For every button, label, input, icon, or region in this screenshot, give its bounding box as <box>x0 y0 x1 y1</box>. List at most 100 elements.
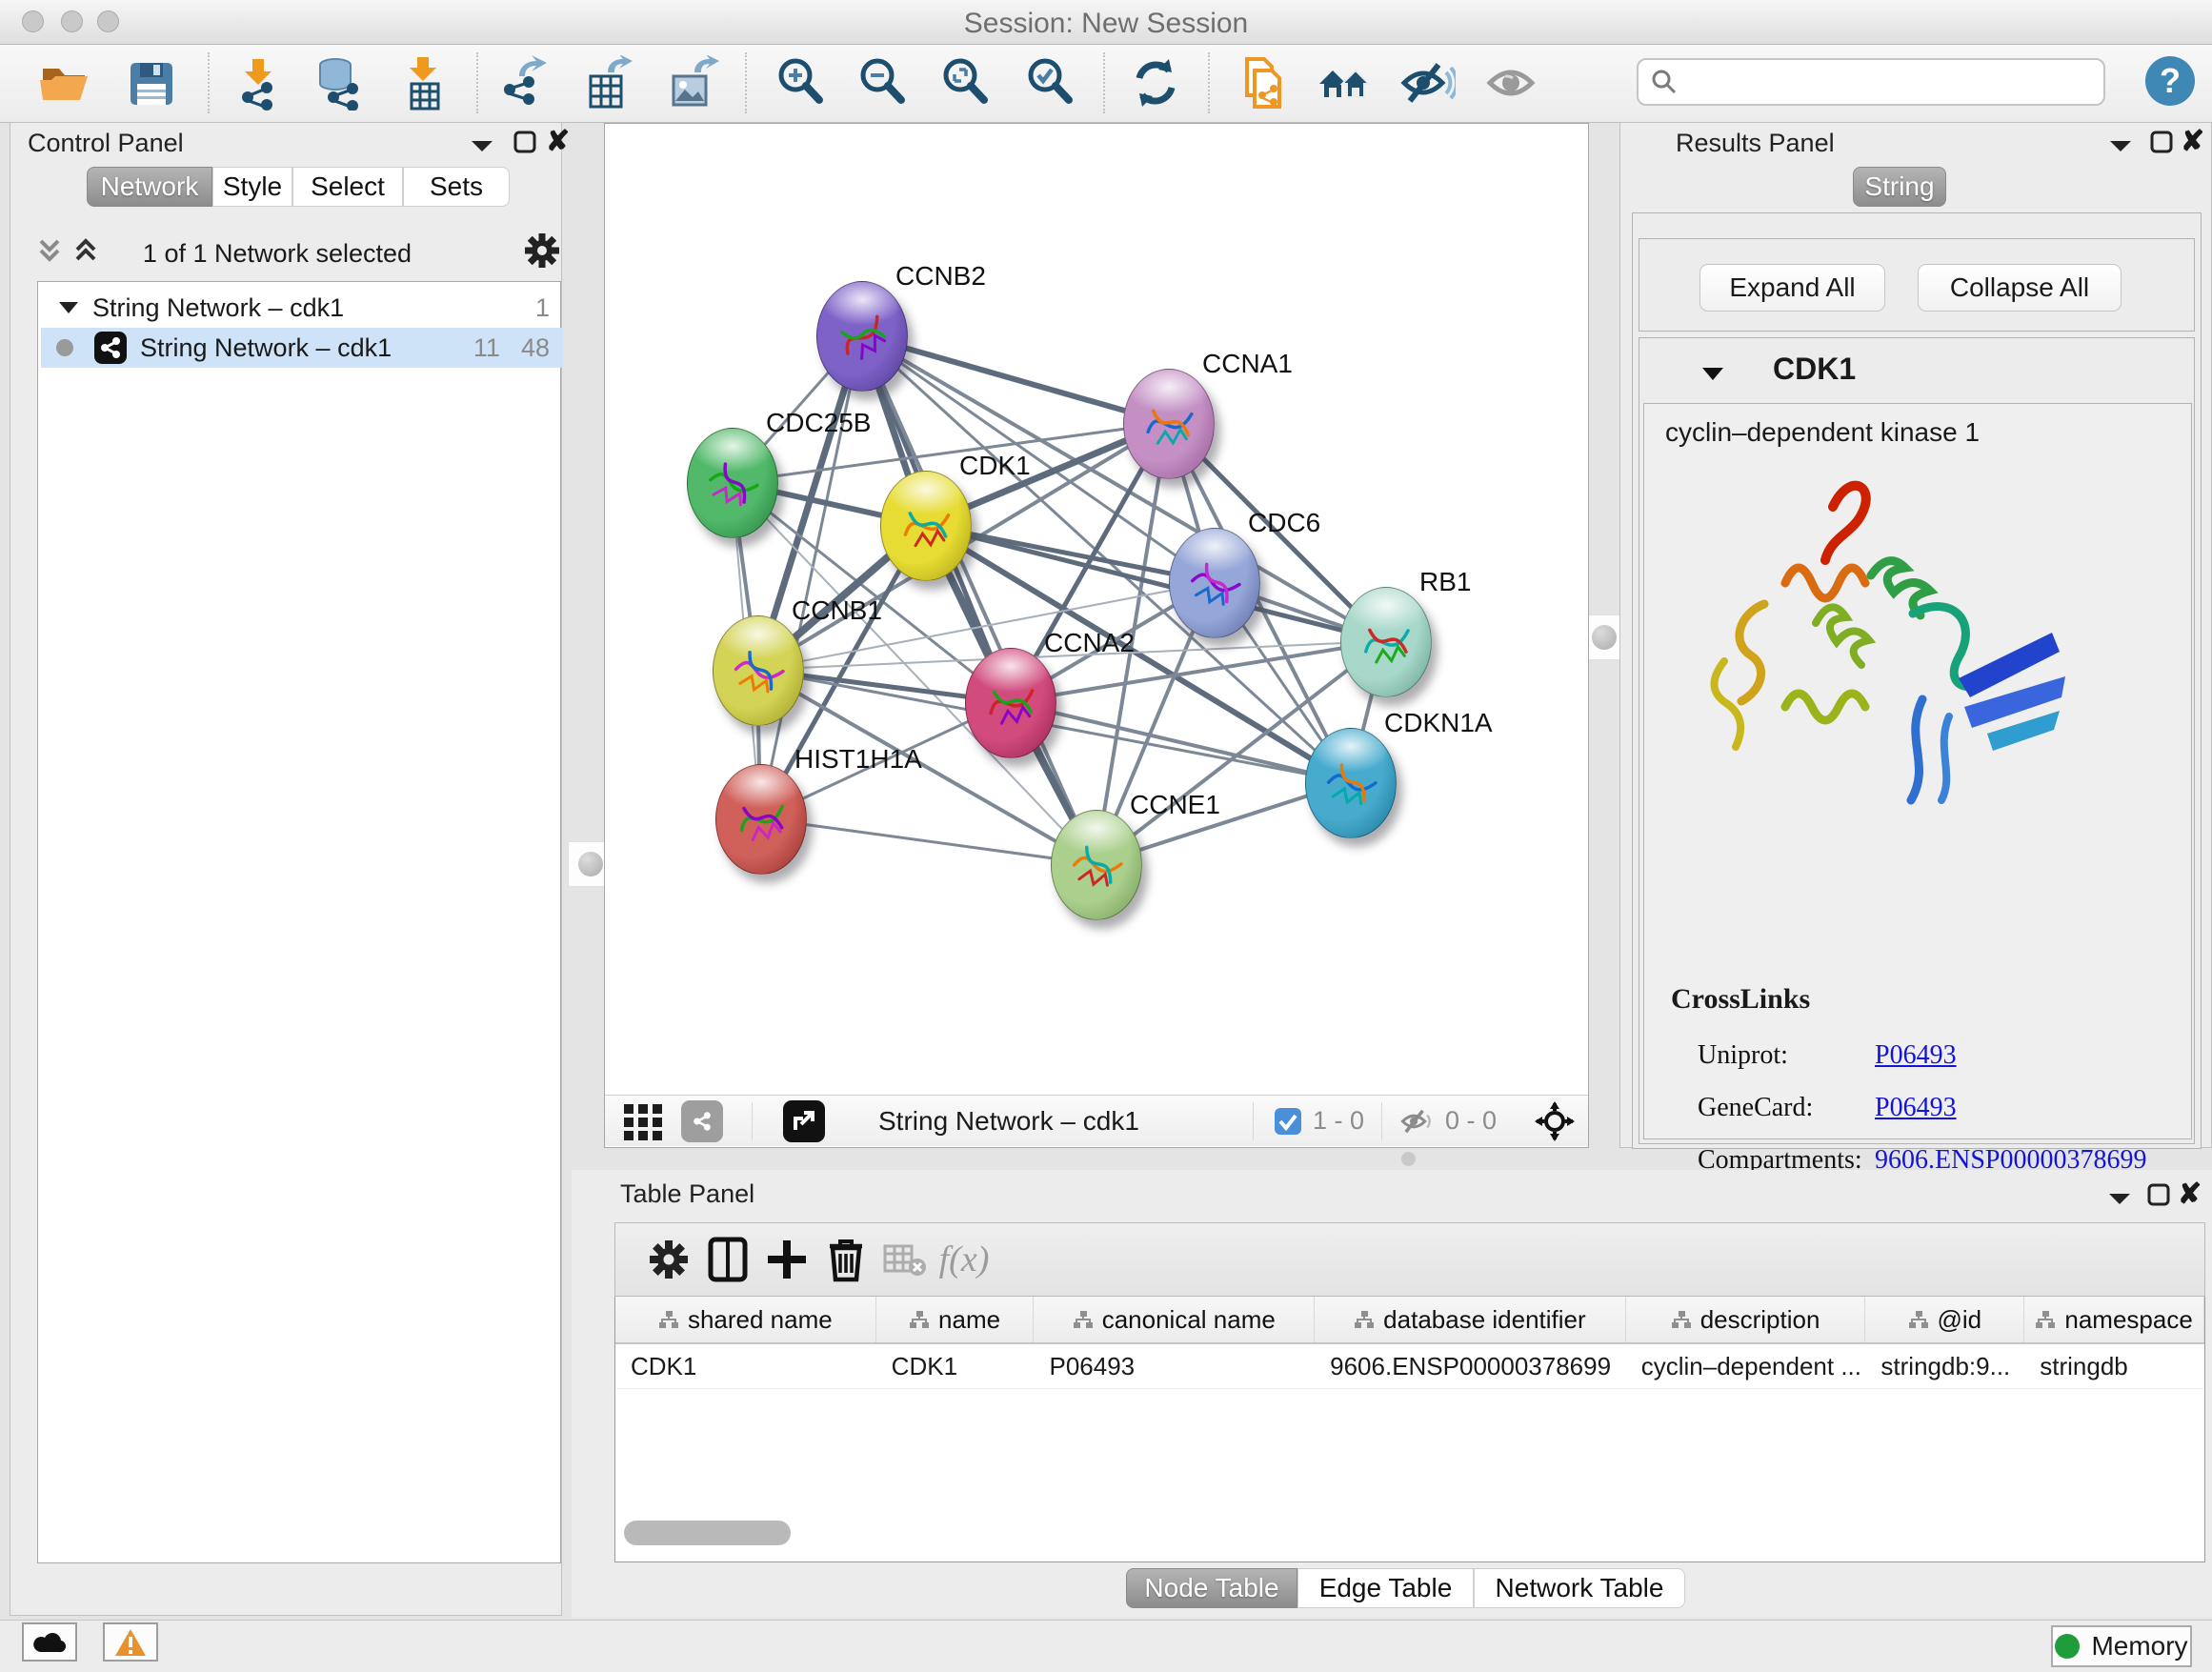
import-network-from-database-icon[interactable] <box>310 54 367 111</box>
hide-selected-eye-slash-icon[interactable] <box>1399 54 1457 111</box>
zoom-out-icon[interactable] <box>854 54 911 111</box>
network-node-cdk1[interactable] <box>880 471 972 581</box>
import-network-icon[interactable] <box>230 54 287 111</box>
column-header-shared-name[interactable]: shared name <box>615 1297 876 1342</box>
zoom-fit-icon[interactable] <box>936 54 994 111</box>
refresh-icon[interactable] <box>1127 54 1184 111</box>
network-node-ccna1[interactable] <box>1123 369 1215 479</box>
control-panel-close-icon[interactable]: ✘ <box>546 125 570 158</box>
collection-name: String Network – cdk1 <box>92 293 344 323</box>
control-panel-float-icon[interactable] <box>513 131 536 153</box>
network-node-ccnb1[interactable] <box>713 615 804 726</box>
tab-network-table[interactable]: Network Table <box>1474 1568 1685 1608</box>
export-table-icon[interactable] <box>578 54 635 111</box>
show-columns-icon[interactable] <box>698 1233 757 1286</box>
tab-style[interactable]: Style <box>212 167 292 207</box>
table-cell[interactable]: CDK1 <box>615 1344 876 1388</box>
warning-button[interactable] <box>103 1622 158 1662</box>
save-session-icon[interactable] <box>122 54 179 111</box>
network-edge[interactable] <box>1010 702 1350 782</box>
tab-network[interactable]: Network <box>87 167 212 207</box>
export-network-icon[interactable] <box>493 54 551 111</box>
table-panel-title: Table Panel <box>620 1179 754 1209</box>
column-header-database-identifier[interactable]: database identifier <box>1315 1297 1626 1342</box>
toolbar-search-input[interactable] <box>1637 58 2105 106</box>
network-node-ccne1[interactable] <box>1051 810 1142 920</box>
network-row-selected[interactable]: String Network – cdk1 11 48 <box>41 328 563 368</box>
selected-checkbox-icon[interactable] <box>1275 1108 1301 1135</box>
network-node-hist1h1a[interactable] <box>715 764 807 875</box>
table-horizontal-scrollbar[interactable] <box>624 1521 791 1545</box>
zoom-in-icon[interactable] <box>772 54 829 111</box>
memory-button[interactable]: Memory <box>2051 1625 2192 1667</box>
column-hierarchy-icon <box>658 1310 679 1329</box>
show-all-eye-icon[interactable] <box>1482 54 1539 111</box>
node-table: shared namenamecanonical namedatabase id… <box>614 1297 2205 1562</box>
zoom-selected-icon[interactable] <box>1021 54 1078 111</box>
hidden-eye-slash-icon[interactable] <box>1398 1105 1436 1138</box>
add-column-icon[interactable] <box>757 1233 816 1286</box>
network-node-cdc6[interactable] <box>1169 528 1260 638</box>
tab-sets[interactable]: Sets <box>403 167 510 207</box>
column-header-canonical-name[interactable]: canonical name <box>1034 1297 1315 1342</box>
tab-node-table[interactable]: Node Table <box>1126 1568 1297 1608</box>
collapse-all-button[interactable]: Collapse All <box>1918 264 2122 312</box>
open-folder-icon[interactable] <box>35 54 92 111</box>
tab-string[interactable]: String <box>1853 167 1946 207</box>
table-panel-float-icon[interactable] <box>2147 1183 2170 1206</box>
delete-column-trash-icon[interactable] <box>816 1233 875 1286</box>
network-edge[interactable] <box>861 335 1096 864</box>
clone-network-icon[interactable] <box>1233 54 1290 111</box>
table-settings-gear-icon[interactable] <box>639 1233 698 1286</box>
table-panel-close-icon[interactable]: ✘ <box>2178 1178 2202 1211</box>
crosslink-row: Uniprot: P06493 <box>1698 1029 2174 1081</box>
network-share-view-icon[interactable] <box>681 1100 723 1142</box>
cloud-button[interactable] <box>22 1622 77 1662</box>
tree-expand-icon[interactable] <box>58 300 79 315</box>
table-row[interactable]: CDK1CDK1P064939606.ENSP00000378699cyclin… <box>615 1344 2204 1389</box>
cdk1-collapse-icon[interactable] <box>1700 365 1725 382</box>
network-node-cdkn1a[interactable] <box>1305 728 1397 838</box>
network-status-bar: String Network – cdk1 1 - 0 0 - 0 <box>605 1095 1588 1146</box>
detach-view-icon[interactable] <box>783 1100 825 1142</box>
delete-table-icon <box>875 1233 935 1286</box>
column-header-description[interactable]: description <box>1626 1297 1866 1342</box>
table-cell[interactable]: stringdb:9... <box>1865 1344 2024 1388</box>
table-cell[interactable]: P06493 <box>1034 1344 1315 1388</box>
birds-eye-view-icon[interactable] <box>1535 1101 1575 1141</box>
results-panel-menu-icon[interactable] <box>2108 138 2133 153</box>
table-panel-menu-icon[interactable] <box>2107 1191 2132 1206</box>
table-cell[interactable]: cyclin–dependent ... <box>1626 1344 1866 1388</box>
import-table-icon[interactable] <box>394 54 452 111</box>
table-cell[interactable]: 9606.ENSP00000378699 <box>1315 1344 1626 1388</box>
crosslink-value-link[interactable]: P06493 <box>1875 1093 1957 1123</box>
help-button[interactable]: ? <box>2145 56 2195 106</box>
results-panel-close-icon[interactable]: ✘ <box>2181 125 2204 158</box>
table-body: CDK1CDK1P064939606.ENSP00000378699cyclin… <box>615 1344 2204 1389</box>
grid-view-icon[interactable] <box>620 1098 666 1144</box>
protein-ribbon-thumbnail <box>1052 811 1141 919</box>
export-image-icon[interactable] <box>663 54 720 111</box>
crosslink-value-link[interactable]: P06493 <box>1875 1040 1957 1071</box>
network-edge[interactable] <box>760 818 1096 864</box>
network-node-rb1[interactable] <box>1340 587 1432 697</box>
expand-all-button[interactable]: Expand All <box>1699 264 1885 312</box>
column-header-name[interactable]: name <box>876 1297 1035 1342</box>
first-neighbors-houses-icon[interactable] <box>1316 54 1373 111</box>
network-node-ccnb2[interactable] <box>816 281 908 392</box>
tab-edge-table[interactable]: Edge Table <box>1297 1568 1474 1608</box>
network-collection-row[interactable]: String Network – cdk1 1 <box>41 288 563 328</box>
column-header-namespace[interactable]: namespace <box>2024 1297 2204 1342</box>
network-canvas[interactable]: CCNB2 CCNA1 CDC25B CDK1 CDC6 RB1 CCNB1 C… <box>605 124 1588 1095</box>
network-node-cdc25b[interactable] <box>687 428 778 538</box>
tab-select[interactable]: Select <box>292 167 403 207</box>
network-node-ccna2[interactable] <box>965 648 1056 758</box>
network-options-gear-icon[interactable] <box>523 232 561 270</box>
table-cell[interactable]: stringdb <box>2024 1344 2204 1388</box>
horizontal-splitter-handle[interactable] <box>1401 1152 1416 1166</box>
network-edge-count: 48 <box>521 333 550 363</box>
column-header--id[interactable]: @id <box>1865 1297 2024 1342</box>
results-panel-float-icon[interactable] <box>2150 131 2173 153</box>
table-cell[interactable]: CDK1 <box>876 1344 1035 1388</box>
control-panel-menu-icon[interactable] <box>470 138 494 153</box>
